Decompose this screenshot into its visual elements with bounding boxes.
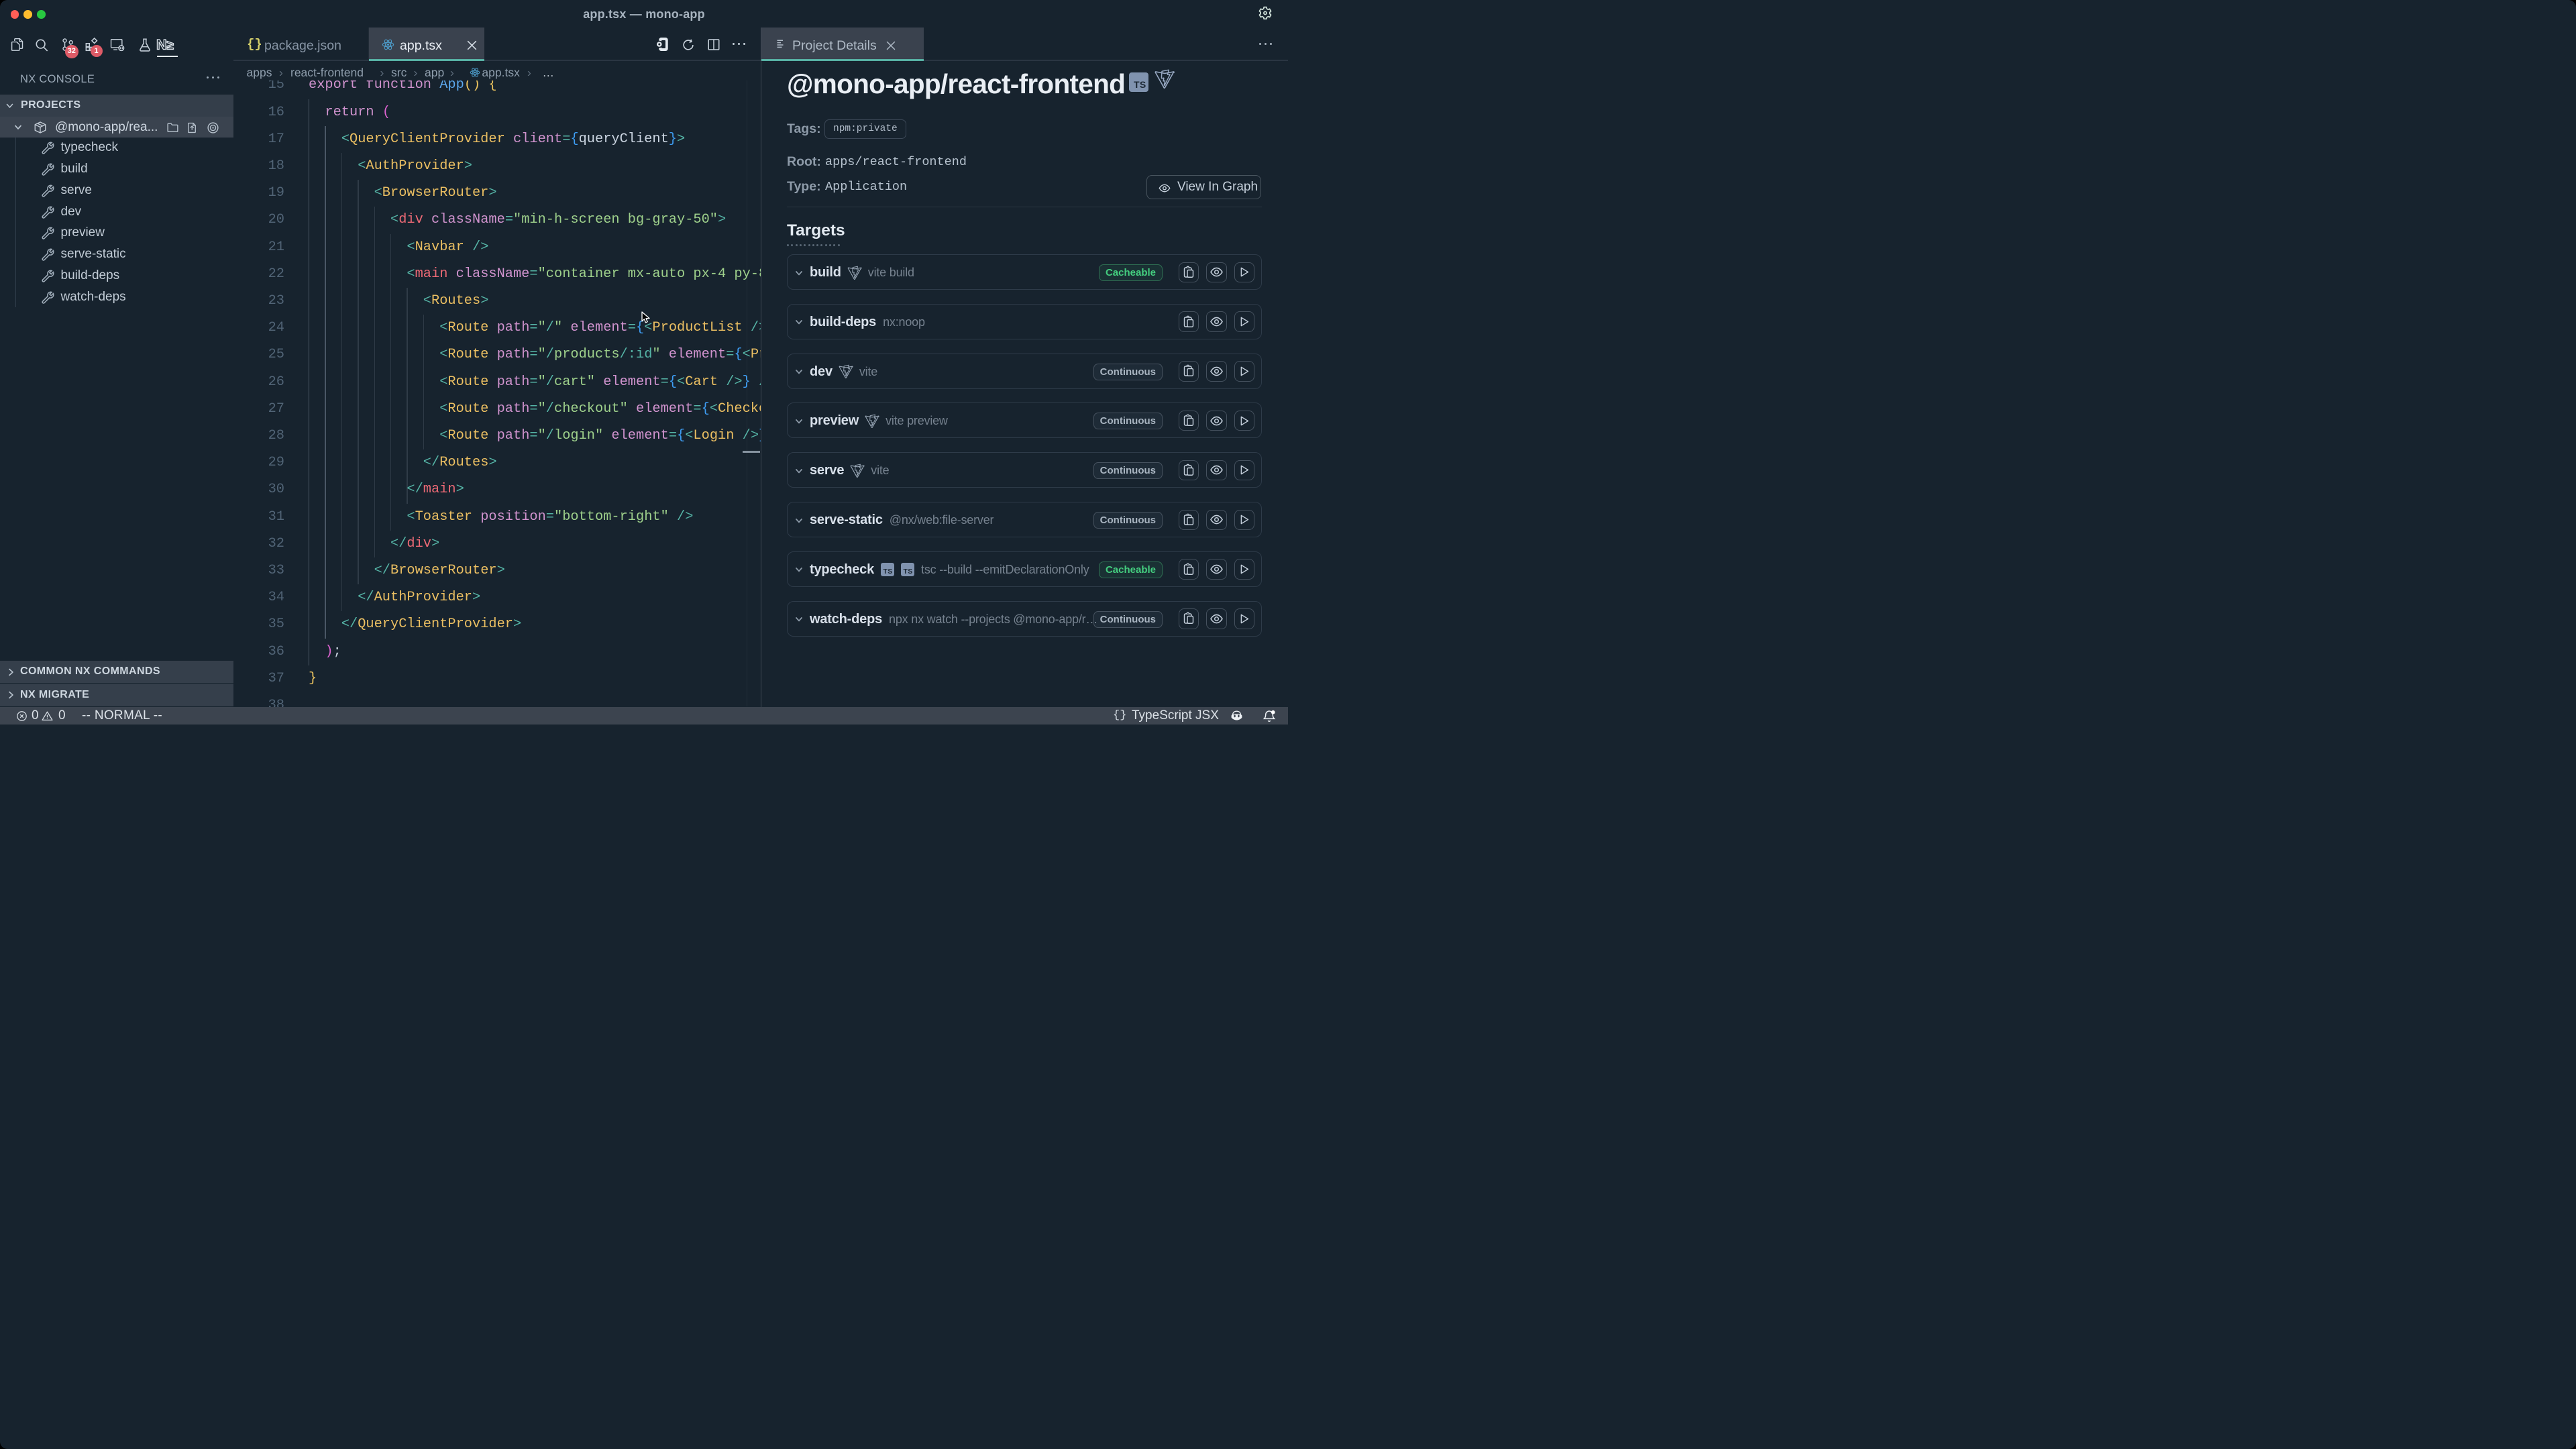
svg-text:N: N (156, 37, 167, 53)
svg-text:≥: ≥ (167, 39, 174, 53)
